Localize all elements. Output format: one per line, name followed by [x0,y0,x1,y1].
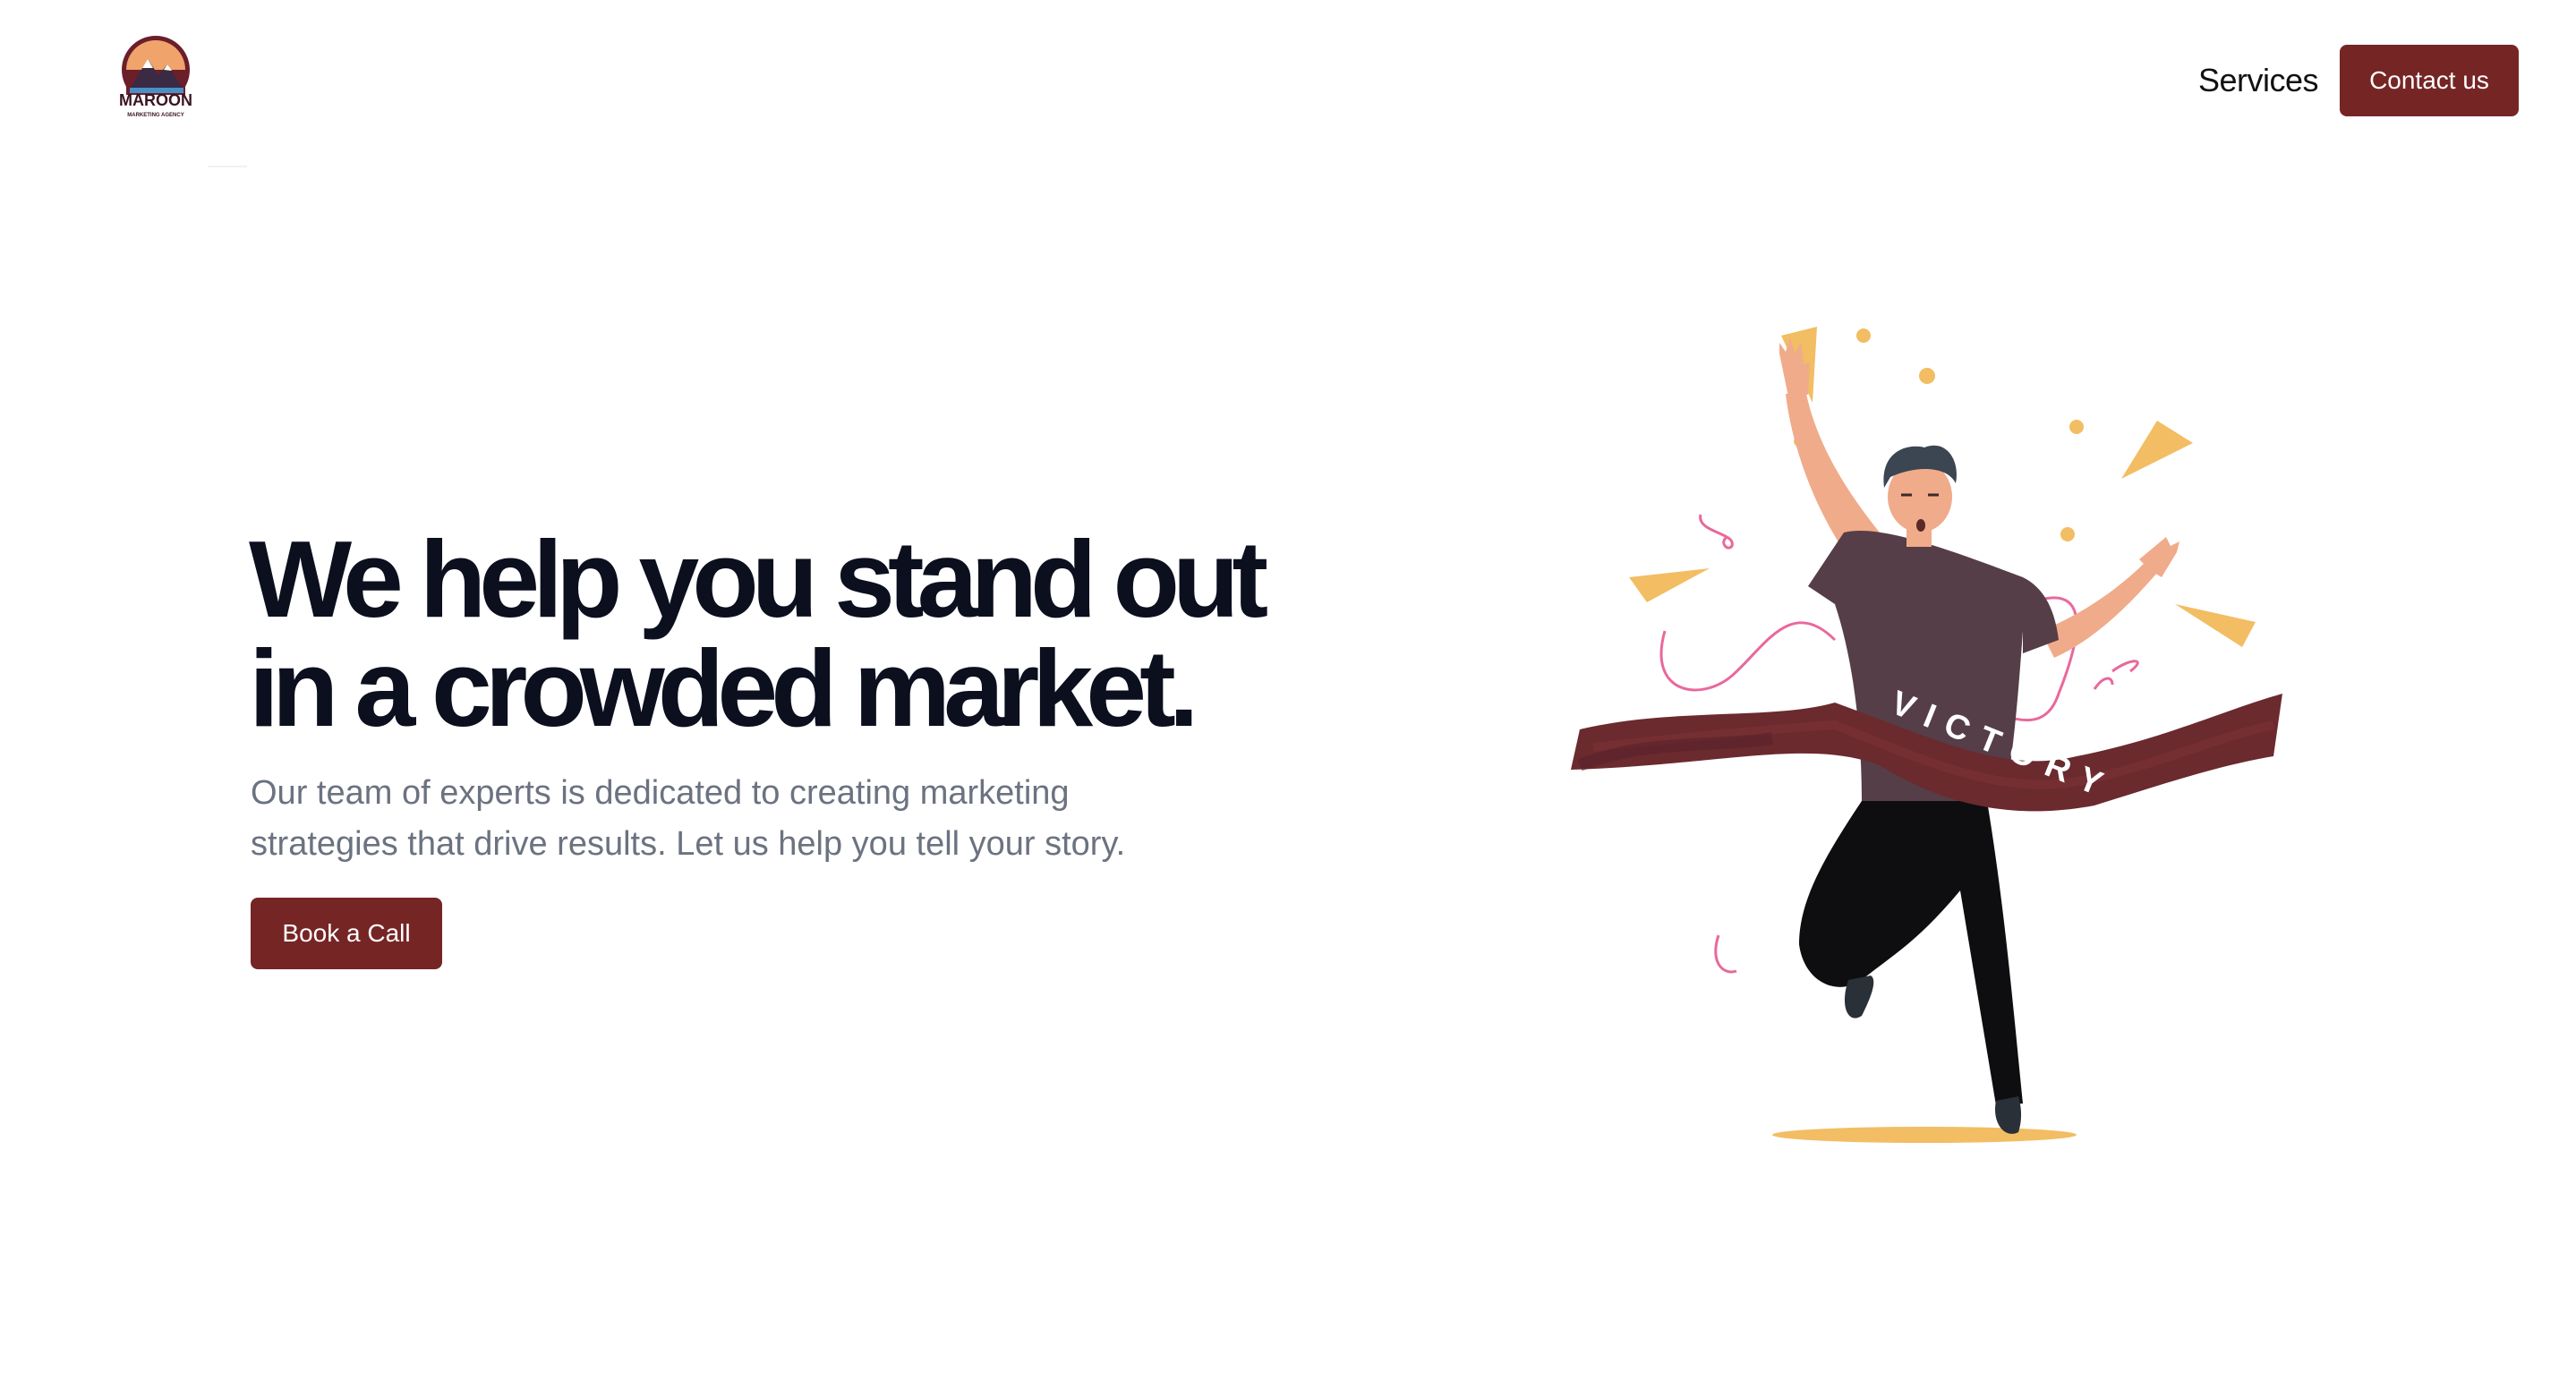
landing-page: MAROON MARKETING AGENCY Services Contact… [0,0,2576,1389]
main-nav: Services Contact us [2198,45,2519,116]
hero-title: We help you stand out in a crowded marke… [249,524,1323,743]
hero-title-line-2: in a crowded market. [249,627,1199,749]
hero-title-line-1: We help you stand out [249,518,1268,640]
confetti-triangle-icon [2175,604,2256,647]
hero-subtitle-line-1: Our team of experts is dedicated to crea… [251,774,1070,812]
book-a-call-button[interactable]: Book a Call [251,898,442,969]
victory-runner-icon: VICTORY [1571,327,2282,1143]
logo-brand-text: MAROON [119,91,192,109]
contact-us-button[interactable]: Contact us [2340,45,2519,116]
victory-illustration: VICTORY [1540,318,2291,1155]
ground-shadow-icon [1772,1127,2077,1143]
logo-underline-divider [208,166,247,167]
nav-link-services[interactable]: Services [2198,62,2319,99]
confetti-triangle-icon [1629,568,1710,602]
maroon-logo-icon: MAROON MARKETING AGENCY [119,36,192,118]
brand-logo[interactable]: MAROON MARKETING AGENCY [103,32,209,122]
hero-subtitle: Our team of experts is dedicated to crea… [251,768,1235,870]
logo-tagline-text: MARKETING AGENCY [127,113,183,118]
confetti-triangle-icon [2121,421,2193,479]
hero-subtitle-line-2: strategies that drive results. Let us he… [251,825,1126,863]
